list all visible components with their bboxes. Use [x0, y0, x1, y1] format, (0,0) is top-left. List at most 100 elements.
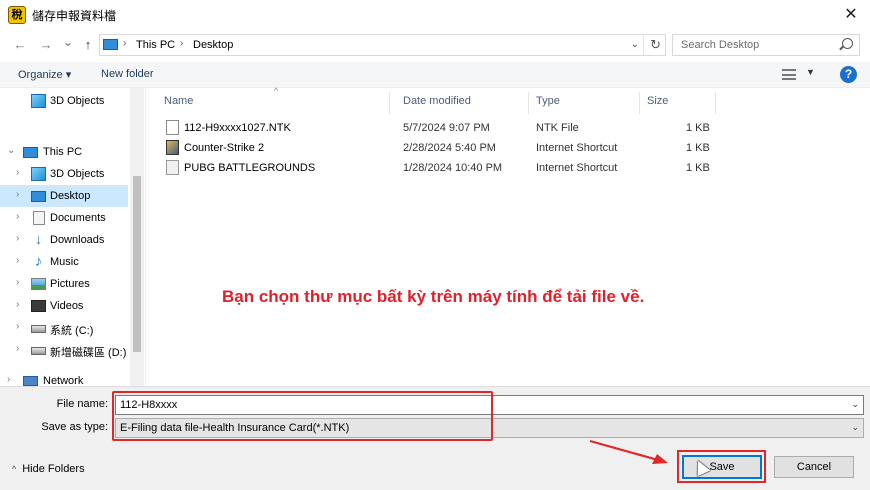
- drive-icon: [31, 325, 46, 333]
- cancel-button[interactable]: Cancel: [774, 456, 854, 478]
- sidebar-item-music[interactable]: › ♪ Music: [0, 251, 128, 273]
- save-as-type-value[interactable]: E-Filing data file-Health Insurance Card…: [120, 422, 349, 434]
- navigation-bar: ← → ⌄ ↑ › This PC › Desktop ⌄ ↻ Search D…: [0, 30, 870, 60]
- drive-icon: [31, 347, 46, 355]
- sidebar-item-label: Videos: [50, 300, 84, 312]
- column-header-date-modified[interactable]: Date modified: [390, 88, 528, 114]
- sidebar-item-documents[interactable]: › Documents: [0, 207, 128, 229]
- sidebar-item-network[interactable]: › Network: [0, 370, 128, 386]
- close-button[interactable]: ✕: [840, 4, 862, 26]
- column-divider[interactable]: [715, 92, 716, 114]
- sidebar-item-drive-c[interactable]: › 系統 (C:): [0, 317, 128, 339]
- file-row[interactable]: Counter-Strike 2 2/28/2024 5:40 PM Inter…: [148, 138, 728, 158]
- chevron-down-icon[interactable]: ⌄: [851, 399, 859, 410]
- column-header-name[interactable]: ^ Name: [148, 86, 390, 114]
- nav-pane-scrollbar[interactable]: [130, 88, 144, 386]
- recent-locations-chevron-icon[interactable]: ⌄: [60, 34, 76, 50]
- hide-folders-button[interactable]: ^ Hide Folders: [12, 463, 85, 475]
- new-folder-button[interactable]: New folder: [101, 68, 154, 80]
- desktop-icon: [31, 191, 46, 202]
- file-date: 1/28/2024 10:40 PM: [403, 162, 503, 174]
- sort-ascending-icon: ^: [274, 86, 279, 96]
- network-icon: [23, 376, 38, 386]
- up-arrow-icon[interactable]: ↑: [80, 37, 96, 53]
- file-name: 112-H9xxxx1027.NTK: [184, 122, 291, 134]
- sidebar-item-label: 系統 (C:): [50, 325, 94, 337]
- chevron-right-icon[interactable]: ›: [16, 277, 19, 288]
- file-icon: [166, 120, 179, 135]
- sidebar-item-label: Downloads: [50, 234, 105, 246]
- sidebar-item-3d-objects[interactable]: › 3D Objects: [0, 163, 128, 185]
- chevron-right-icon[interactable]: ›: [16, 233, 19, 244]
- window-title: 儲存申報資料檔: [32, 9, 117, 23]
- chevron-down-icon[interactable]: ⌄: [851, 422, 859, 433]
- column-header-size[interactable]: Size: [640, 88, 716, 114]
- divider: [643, 35, 644, 55]
- sidebar-item-pictures[interactable]: › Pictures: [0, 273, 128, 295]
- sidebar-item-this-pc[interactable]: ⌄ This PC: [0, 141, 128, 163]
- file-name: PUBG BATTLEGROUNDS: [184, 162, 316, 174]
- sidebar-item-drive-d[interactable]: › 新增磁碟區 (D:): [0, 339, 128, 361]
- chevron-down-icon[interactable]: ⌄: [7, 145, 15, 156]
- breadcrumb-this-pc[interactable]: This PC: [136, 39, 175, 51]
- sidebar-item-label: Music: [50, 256, 79, 268]
- this-pc-icon: [103, 39, 118, 50]
- view-dropdown-icon[interactable]: ▼: [806, 67, 815, 77]
- chevron-right-icon[interactable]: ›: [16, 189, 19, 200]
- column-label: Date modified: [403, 95, 471, 107]
- column-label: Name: [164, 95, 194, 107]
- search-placeholder[interactable]: Search Desktop: [681, 39, 759, 51]
- file-type: Internet Shortcut: [536, 162, 618, 174]
- column-header-type[interactable]: Type: [528, 88, 640, 114]
- column-label: Type: [536, 95, 560, 107]
- view-options-icon[interactable]: [782, 69, 796, 80]
- back-arrow-icon[interactable]: ←: [12, 37, 28, 53]
- chevron-right-icon[interactable]: ›: [16, 299, 19, 310]
- file-row[interactable]: PUBG BATTLEGROUNDS 1/28/2024 10:40 PM In…: [148, 158, 728, 178]
- counter-strike-icon: [166, 140, 179, 155]
- sidebar-item-desktop[interactable]: › Desktop: [0, 185, 128, 207]
- address-dropdown-icon[interactable]: ⌄: [631, 39, 639, 50]
- file-list: ^ Name Date modified Type Size 112-H9xxx…: [148, 86, 870, 386]
- save-as-type-select[interactable]: E-Filing data file-Health Insurance Card…: [115, 418, 864, 438]
- file-size: 1 KB: [686, 142, 710, 154]
- chevron-right-icon[interactable]: ›: [16, 255, 19, 266]
- music-icon: ♪: [34, 253, 43, 270]
- pictures-icon: [31, 278, 46, 290]
- chevron-right-icon[interactable]: ›: [16, 211, 19, 222]
- search-box[interactable]: Search Desktop: [672, 34, 860, 56]
- videos-icon: [31, 300, 46, 312]
- breadcrumb-desktop[interactable]: Desktop: [193, 39, 233, 51]
- breadcrumb-separator: ›: [123, 38, 127, 49]
- chevron-right-icon[interactable]: ›: [7, 374, 10, 385]
- sidebar-item-downloads[interactable]: › ↓ Downloads: [0, 229, 128, 251]
- forward-arrow-icon[interactable]: →: [38, 37, 54, 53]
- file-name-value[interactable]: 112-H8xxxx: [120, 399, 177, 411]
- sidebar-item-label: Network: [43, 375, 84, 386]
- file-name-label: File name:: [56, 398, 108, 410]
- save-as-type-label: Save as type:: [41, 421, 108, 433]
- address-bar[interactable]: › This PC › Desktop ⌄ ↻: [99, 34, 666, 56]
- file-date: 5/7/2024 9:07 PM: [403, 122, 490, 134]
- sidebar-item-videos[interactable]: › Videos: [0, 295, 128, 317]
- file-type: NTK File: [536, 122, 579, 134]
- title-bar: 稅 儲存申報資料檔 ✕: [0, 0, 870, 30]
- save-options-panel: File name: 112-H8xxxx ⌄ Save as type: E-…: [0, 386, 870, 490]
- chevron-right-icon[interactable]: ›: [16, 343, 19, 354]
- file-name: Counter-Strike 2: [184, 142, 265, 154]
- 3d-objects-icon: [31, 94, 46, 108]
- internet-shortcut-icon: [166, 160, 179, 175]
- chevron-right-icon[interactable]: ›: [16, 167, 19, 178]
- refresh-icon[interactable]: ↻: [650, 37, 661, 53]
- sidebar-item-3d-objects-quick[interactable]: 3D Objects: [0, 90, 128, 112]
- file-name-input[interactable]: 112-H8xxxx ⌄: [115, 395, 864, 415]
- search-icon[interactable]: [842, 38, 853, 49]
- organize-button[interactable]: Organize ▾: [18, 68, 71, 81]
- sidebar-item-label: 新增磁碟區 (D:): [50, 347, 127, 359]
- chevron-right-icon[interactable]: ›: [16, 321, 19, 332]
- scrollbar-thumb[interactable]: [133, 176, 141, 352]
- help-icon[interactable]: ?: [840, 66, 857, 83]
- hide-folders-label: Hide Folders: [22, 463, 85, 475]
- file-row[interactable]: 112-H9xxxx1027.NTK 5/7/2024 9:07 PM NTK …: [148, 118, 728, 138]
- file-size: 1 KB: [686, 122, 710, 134]
